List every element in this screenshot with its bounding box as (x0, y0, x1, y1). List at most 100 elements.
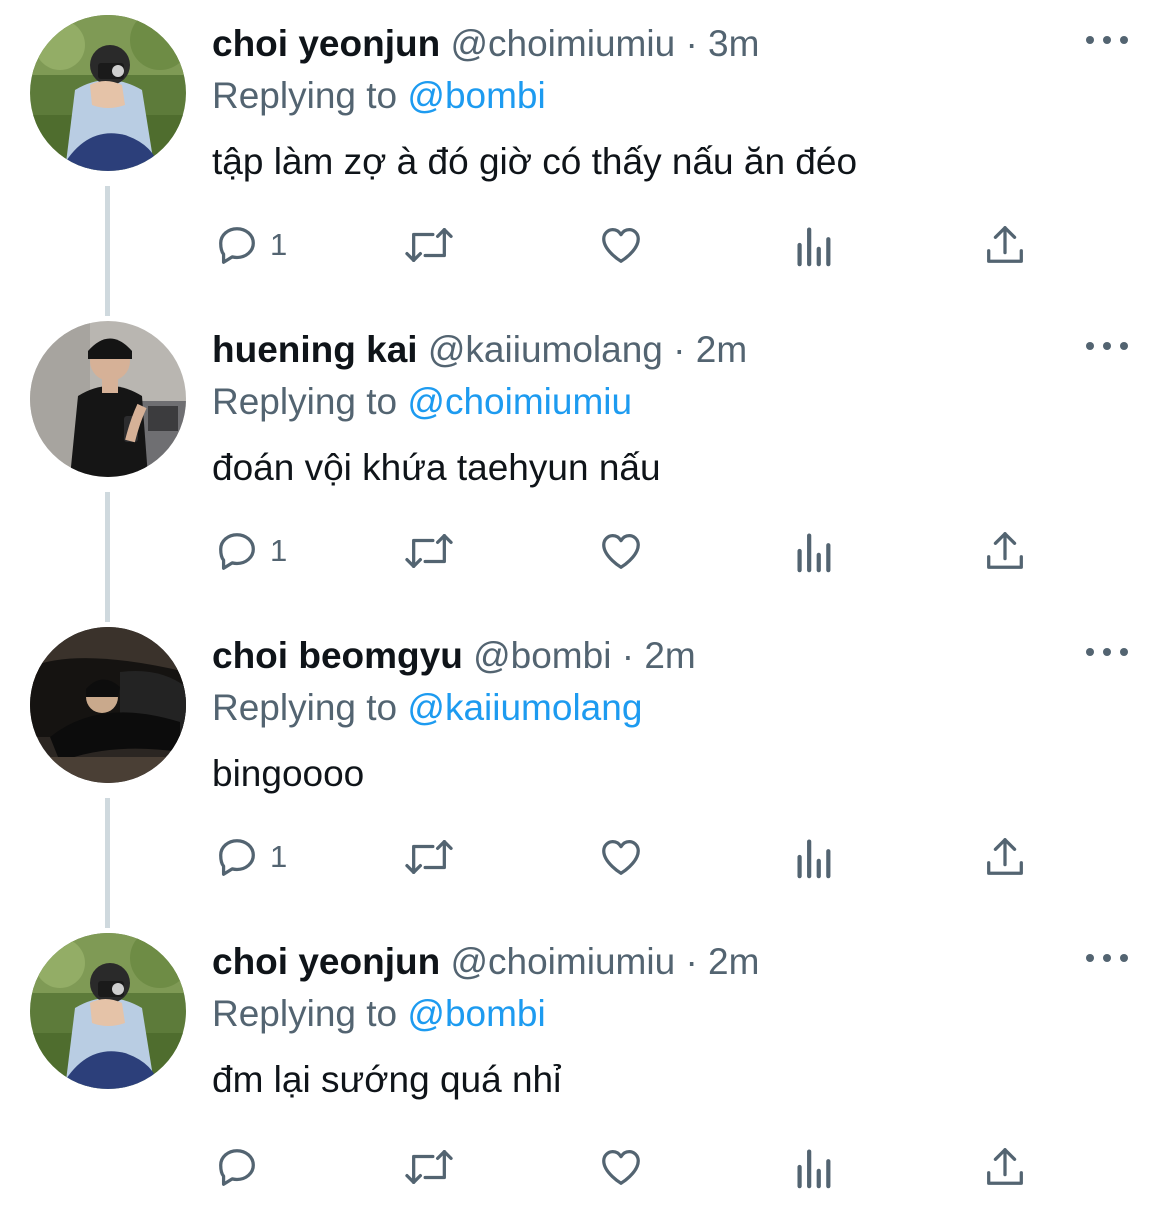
action-bar (0, 1142, 1170, 1202)
replying-to-label: Replying to (212, 687, 398, 728)
tweet[interactable]: choi yeonjun @choimiumiu · 3m Replying t… (0, 0, 1170, 306)
display-name[interactable]: choi yeonjun (212, 941, 440, 982)
avatar[interactable] (30, 15, 186, 171)
action-bar: 1 (0, 812, 1170, 902)
heart-icon (602, 1150, 640, 1185)
more-dots-icon[interactable] (1086, 642, 1128, 662)
reply-bubble-icon (219, 533, 255, 570)
share-upload-icon (987, 226, 1023, 263)
retweet-button[interactable] (402, 832, 456, 882)
tweet[interactable]: huening kai @kaiiumolang · 2m Replying t… (0, 306, 1170, 612)
retweet-arrows-icon (405, 534, 453, 568)
separator: · (685, 941, 698, 982)
user-handle[interactable]: @kaiiumolang (428, 329, 663, 370)
reply-bubble-icon (219, 227, 255, 264)
replying-to: Replying to @kaiiumolang (212, 686, 642, 730)
timestamp[interactable]: 2m (708, 941, 759, 982)
action-bar: 1 (0, 506, 1170, 596)
reply-button[interactable] (214, 1142, 270, 1192)
reply-count: 1 (270, 839, 288, 874)
share-button[interactable] (982, 832, 1028, 882)
reply-bubble-icon (219, 1149, 255, 1186)
profile-photo (30, 933, 186, 1089)
display-name[interactable]: choi yeonjun (212, 23, 440, 64)
retweet-arrows-icon (405, 228, 453, 262)
views-button[interactable] (793, 526, 833, 576)
reply-count: 1 (270, 533, 288, 568)
replying-to-label: Replying to (212, 381, 398, 422)
tweet-header: choi yeonjun @choimiumiu · 3m (212, 22, 759, 66)
retweet-arrows-icon (405, 840, 453, 874)
retweet-button[interactable] (402, 220, 456, 270)
replying-to: Replying to @bombi (212, 74, 546, 118)
profile-photo (30, 627, 186, 783)
views-button[interactable] (793, 1142, 833, 1192)
share-button[interactable] (982, 1142, 1028, 1192)
share-button[interactable] (982, 526, 1028, 576)
like-button[interactable] (598, 220, 644, 270)
like-button[interactable] (598, 526, 644, 576)
separator: · (673, 329, 686, 370)
tweet-header: choi beomgyu @bombi · 2m (212, 634, 696, 678)
more-dots-icon[interactable] (1086, 336, 1128, 356)
tweet-text: đm lại sướng quá nhỉ (212, 1059, 562, 1100)
reply-thread: choi yeonjun @choimiumiu · 3m Replying t… (0, 0, 1170, 1202)
heart-icon (602, 840, 640, 875)
tweet-text: bingoooo (212, 753, 365, 794)
timestamp[interactable]: 2m (696, 329, 747, 370)
like-button[interactable] (598, 832, 644, 882)
heart-icon (602, 228, 640, 263)
retweet-button[interactable] (402, 1142, 456, 1192)
avatar[interactable] (30, 933, 186, 1089)
bar-chart-icon (797, 227, 831, 267)
share-upload-icon (987, 1148, 1023, 1185)
tweet[interactable]: choi yeonjun @choimiumiu · 2m Replying t… (0, 918, 1170, 1224)
avatar[interactable] (30, 321, 186, 477)
heart-icon (602, 534, 640, 569)
profile-photo (30, 321, 186, 477)
more-dots-icon[interactable] (1086, 948, 1128, 968)
replying-to-mention[interactable]: @kaiiumolang (407, 687, 642, 728)
tweet-header: huening kai @kaiiumolang · 2m (212, 328, 747, 372)
replying-to-label: Replying to (212, 75, 398, 116)
reply-button[interactable]: 1 (214, 526, 287, 576)
display-name[interactable]: choi beomgyu (212, 635, 463, 676)
bar-chart-icon (797, 839, 831, 879)
like-button[interactable] (598, 1142, 644, 1192)
replying-to: Replying to @bombi (212, 992, 546, 1036)
timestamp[interactable]: 3m (708, 23, 759, 64)
share-button[interactable] (982, 220, 1028, 270)
tweet-text: tập làm zợ à đó giờ có thấy nấu ăn đéo (212, 141, 858, 182)
tweet-header: choi yeonjun @choimiumiu · 2m (212, 940, 759, 984)
replying-to-mention[interactable]: @bombi (407, 993, 545, 1034)
user-handle[interactable]: @choimiumiu (450, 23, 675, 64)
tweet-text: đoán vội khứa taehyun nấu (212, 447, 661, 488)
avatar[interactable] (30, 627, 186, 783)
reply-button[interactable]: 1 (214, 220, 287, 270)
reply-bubble-icon (219, 839, 255, 876)
replying-to: Replying to @choimiumiu (212, 380, 632, 424)
separator: · (685, 23, 698, 64)
separator: · (621, 635, 635, 676)
views-button[interactable] (793, 832, 833, 882)
share-upload-icon (987, 838, 1023, 875)
tweet[interactable]: choi beomgyu @bombi · 2m Replying to @ka… (0, 612, 1170, 918)
user-handle[interactable]: @choimiumiu (450, 941, 675, 982)
replying-to-label: Replying to (212, 993, 398, 1034)
more-dots-icon[interactable] (1086, 30, 1128, 50)
replying-to-mention[interactable]: @choimiumiu (407, 381, 632, 422)
bar-chart-icon (797, 1149, 831, 1189)
bar-chart-icon (797, 533, 831, 573)
replying-to-mention[interactable]: @bombi (407, 75, 545, 116)
profile-photo (30, 15, 186, 171)
reply-count: 1 (270, 227, 288, 262)
timestamp[interactable]: 2m (644, 635, 695, 676)
retweet-arrows-icon (405, 1150, 453, 1184)
share-upload-icon (987, 532, 1023, 569)
reply-button[interactable]: 1 (214, 832, 287, 882)
display-name[interactable]: huening kai (212, 329, 418, 370)
retweet-button[interactable] (402, 526, 456, 576)
views-button[interactable] (793, 220, 833, 270)
action-bar: 1 (0, 200, 1170, 290)
user-handle[interactable]: @bombi (473, 635, 611, 676)
